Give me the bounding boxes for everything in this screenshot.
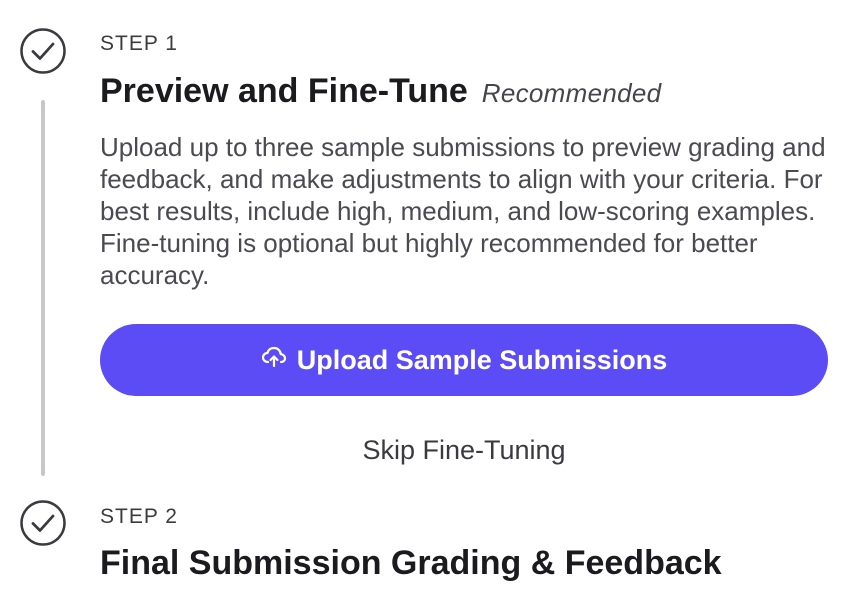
recommended-badge: Recommended <box>481 78 662 108</box>
step-label: STEP 2 <box>100 505 178 528</box>
skip-fine-tuning-link[interactable]: Skip Fine-Tuning <box>100 435 828 466</box>
check-circle-icon <box>20 28 66 74</box>
timeline-connector <box>41 100 45 476</box>
upload-button-label: Upload Sample Submissions <box>296 344 668 375</box>
step-title-text: Preview and Fine-Tune <box>100 72 468 110</box>
cloud-upload-icon <box>261 344 297 377</box>
step-title: Final Submission Grading & Feedback <box>100 544 722 582</box>
check-circle-icon <box>20 500 66 546</box>
step-description: Upload up to three sample submissions to… <box>100 132 826 290</box>
upload-sample-submissions-button[interactable]: Upload Sample Submissions <box>100 324 828 396</box>
step-title: Preview and Fine-Tune Recommended <box>100 72 661 111</box>
step-label: STEP 1 <box>100 32 178 55</box>
